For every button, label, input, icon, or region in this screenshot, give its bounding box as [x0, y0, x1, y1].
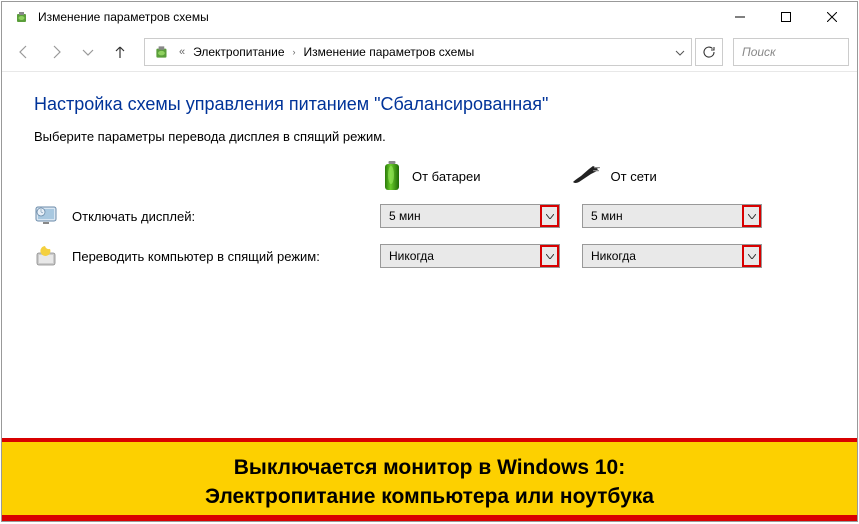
battery-icon [380, 160, 404, 192]
search-placeholder: Поиск [742, 45, 776, 59]
chevron-right-icon: › [289, 47, 300, 57]
chevron-down-icon[interactable] [673, 45, 687, 59]
navbar: « Электропитание › Изменение параметров … [2, 32, 857, 72]
breadcrumb[interactable]: « Электропитание › Изменение параметров … [144, 38, 692, 66]
page-heading: Настройка схемы управления питанием "Сба… [34, 94, 825, 115]
maximize-button[interactable] [763, 2, 809, 32]
display-off-battery-dropdown[interactable]: 5 мин [380, 204, 560, 228]
titlebar: Изменение параметров схемы [2, 2, 857, 32]
chevron-down-icon [742, 205, 761, 227]
plugged-column-header: От сети [571, 164, 657, 188]
chevron-down-icon [742, 245, 761, 267]
banner-line1: Выключается монитор в Windows 10: [22, 454, 837, 482]
window-controls [717, 2, 855, 32]
banner-bottom-stripe [2, 515, 857, 521]
sleep-battery-dropdown[interactable]: Никогда [380, 244, 560, 268]
breadcrumb-power[interactable]: Электропитание [193, 45, 284, 59]
plug-icon [571, 164, 603, 188]
close-button[interactable] [809, 2, 855, 32]
sleep-row: Переводить компьютер в спящий режим: Ник… [34, 244, 825, 268]
banner-top-stripe [2, 438, 857, 442]
plugged-column-label: От сети [611, 169, 657, 184]
sleep-label: Переводить компьютер в спящий режим: [72, 249, 380, 264]
chevron-down-icon [540, 245, 559, 267]
content-area: Настройка схемы управления питанием "Сба… [2, 72, 857, 294]
minimize-button[interactable] [717, 2, 763, 32]
display-off-plugged-value: 5 мин [591, 209, 623, 223]
search-input[interactable]: Поиск [733, 38, 849, 66]
sleep-plugged-value: Никогда [591, 249, 636, 263]
banner-line2: Электропитание компьютера или ноутбука [22, 483, 837, 511]
chevron-down-icon [540, 205, 559, 227]
sleep-battery-value: Никогда [389, 249, 434, 263]
breadcrumb-edit-plan[interactable]: Изменение параметров схемы [304, 45, 475, 59]
nav-forward-button[interactable] [42, 38, 70, 66]
battery-column-label: От батареи [412, 169, 481, 184]
monitor-icon [34, 204, 58, 228]
display-off-row: Отключать дисплей: 5 мин 5 мин [34, 204, 825, 228]
nav-back-button[interactable] [10, 38, 38, 66]
display-off-battery-value: 5 мин [389, 209, 421, 223]
breadcrumb-first-chevron: « [179, 46, 189, 58]
window: Изменение параметров схемы « Электропита… [1, 1, 858, 522]
refresh-button[interactable] [695, 38, 723, 66]
display-off-label: Отключать дисплей: [72, 209, 380, 224]
page-subtext: Выберите параметры перевода дисплея в сп… [34, 129, 825, 144]
sleep-icon [34, 244, 58, 268]
battery-column-header: От батареи [380, 160, 481, 192]
nav-up-button[interactable] [106, 38, 134, 66]
sleep-plugged-dropdown[interactable]: Никогда [582, 244, 762, 268]
nav-history-button[interactable] [74, 38, 102, 66]
app-icon [14, 9, 30, 25]
window-title: Изменение параметров схемы [38, 10, 717, 24]
columns-header: От батареи От сети [380, 160, 825, 192]
annotation-banner: Выключается монитор в Windows 10: Электр… [2, 442, 857, 521]
breadcrumb-app-icon [153, 43, 171, 61]
display-off-plugged-dropdown[interactable]: 5 мин [582, 204, 762, 228]
